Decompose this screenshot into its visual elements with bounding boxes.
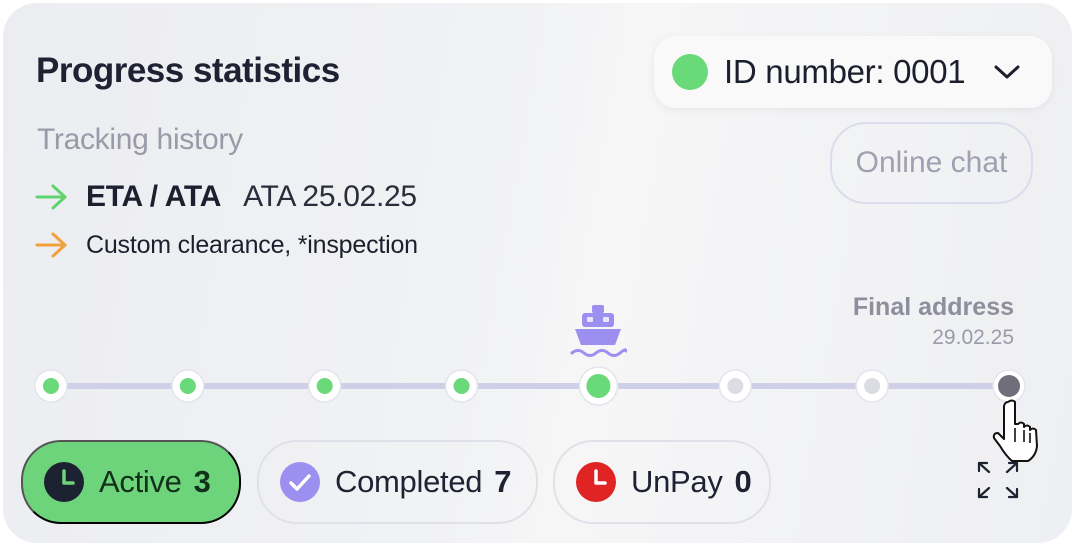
status-count: 7	[494, 464, 512, 499]
expand-icon[interactable]	[975, 459, 1021, 501]
clock-icon	[44, 462, 84, 502]
clock-icon	[576, 462, 616, 502]
status-label: Completed	[335, 464, 483, 499]
progress-statistics-card: Progress statistics ID number: 0001 Trac…	[3, 3, 1072, 543]
track-step-dot	[864, 378, 881, 394]
status-count: 3	[193, 464, 211, 499]
status-count: 0	[734, 464, 752, 499]
track-step-dot	[727, 378, 744, 394]
check-circle-icon	[280, 462, 320, 502]
track-step-dot	[43, 378, 59, 394]
completed-filter-button[interactable]: Completed 7	[257, 440, 538, 524]
track-step-dot	[586, 374, 611, 398]
active-filter-button[interactable]: Active 3	[21, 440, 241, 524]
pointer-cursor-icon	[992, 399, 1038, 462]
track-step-dot	[453, 378, 470, 394]
status-label: Active	[99, 464, 182, 499]
track-step-dot	[998, 375, 1020, 397]
unpay-filter-button[interactable]: UnPay 0	[553, 440, 771, 524]
track-step-dot	[179, 378, 196, 394]
status-label: UnPay	[631, 464, 723, 499]
track-step-dot	[316, 378, 333, 394]
